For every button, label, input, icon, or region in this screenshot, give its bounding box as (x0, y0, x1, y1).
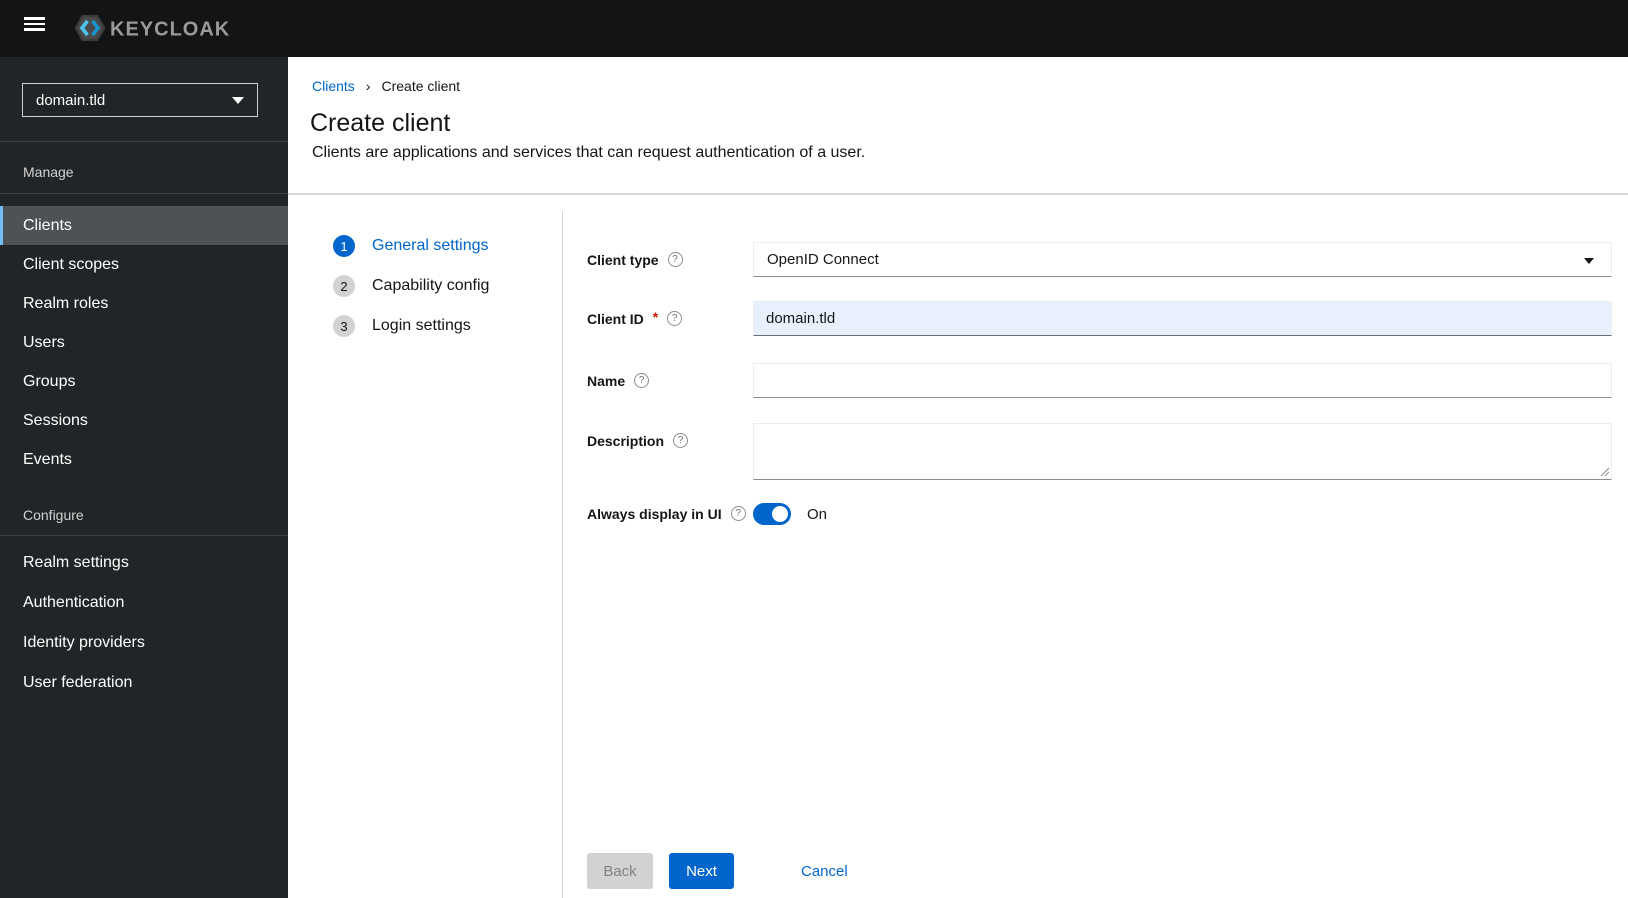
help-icon[interactable]: ? (667, 311, 683, 326)
page-subtitle: Clients are applications and services th… (312, 144, 866, 161)
step-number-badge: 1 (333, 235, 355, 257)
sidebar: domain.tld Manage Clients Client scopes … (0, 57, 288, 898)
sidebar-item-user-federation[interactable]: User federation (0, 663, 288, 703)
label-text: Name (587, 372, 626, 389)
wizard-step-login-settings[interactable]: 3 Login settings (333, 315, 471, 337)
hamburger-menu-icon[interactable] (24, 17, 46, 32)
toggle-state-label: On (807, 505, 828, 523)
step-number-badge: 3 (333, 315, 355, 337)
cancel-link[interactable]: Cancel (801, 853, 848, 889)
wizard-nav-divider (562, 211, 563, 898)
sidebar-item-label: Sessions (23, 411, 88, 429)
description-label: Description ? (587, 423, 689, 458)
keycloak-logo-icon: KEYCLOAK (74, 15, 230, 41)
step-label: Login settings (372, 317, 471, 334)
wizard-step-capability-config[interactable]: 2 Capability config (333, 275, 489, 297)
client-type-label: Client type ? (587, 242, 683, 277)
breadcrumb-current: Create client (381, 78, 461, 94)
hamburger-bar (24, 28, 45, 31)
help-icon[interactable]: ? (634, 373, 650, 388)
resize-handle-icon[interactable] (1600, 467, 1610, 477)
hamburger-bar (24, 22, 45, 26)
sidebar-item-label: Realm roles (23, 294, 109, 312)
sidebar-item-label: Client scopes (23, 255, 120, 273)
sidebar-item-label: Clients (23, 216, 72, 234)
description-field-wrap (753, 423, 1612, 480)
realm-selector[interactable]: domain.tld (22, 83, 258, 117)
sidebar-item-identity-providers[interactable]: Identity providers (0, 623, 288, 663)
sidebar-item-realm-settings[interactable]: Realm settings (0, 543, 288, 583)
caret-down-icon (1584, 258, 1594, 264)
nav-group-title-manage: Manage (23, 164, 74, 180)
page-title: Create client (310, 109, 451, 137)
sidebar-item-label: User federation (23, 674, 133, 691)
sidebar-item-label: Identity providers (23, 634, 145, 651)
description-textarea[interactable] (753, 423, 1612, 480)
back-button[interactable]: Back (587, 853, 653, 889)
sidebar-item-client-scopes[interactable]: Client scopes (0, 245, 288, 284)
client-id-label: Client ID * ? (587, 301, 683, 336)
sidebar-item-label: Users (23, 333, 65, 351)
realm-selector-value: domain.tld (36, 91, 106, 109)
help-icon[interactable]: ? (673, 433, 689, 448)
breadcrumb: Clients › Create client (312, 78, 460, 94)
step-label: General settings (372, 237, 489, 254)
header-divider (288, 193, 1628, 195)
sidebar-item-users[interactable]: Users (0, 323, 288, 362)
sidebar-item-label: Groups (23, 372, 76, 390)
step-number-badge: 2 (333, 275, 355, 297)
step-label: Capability config (372, 277, 490, 294)
caret-down-icon (232, 96, 244, 104)
sidebar-item-label: Realm settings (23, 554, 129, 571)
nav-group-title-configure: Configure (23, 507, 84, 523)
sidebar-item-sessions[interactable]: Sessions (0, 401, 288, 440)
sidebar-item-label: Authentication (23, 594, 125, 611)
client-type-value: OpenID Connect (767, 251, 879, 268)
client-type-select[interactable]: OpenID Connect (753, 242, 1612, 277)
label-text: Description (587, 432, 665, 449)
name-input[interactable] (753, 363, 1612, 398)
sidebar-item-authentication[interactable]: Authentication (0, 583, 288, 623)
always-display-toggle[interactable] (753, 503, 791, 525)
client-id-input[interactable] (753, 301, 1612, 336)
required-asterisk: * (652, 308, 659, 325)
sidebar-item-clients[interactable]: Clients (0, 206, 288, 245)
next-button[interactable]: Next (669, 853, 734, 889)
help-icon[interactable]: ? (730, 506, 746, 521)
sidebar-divider (0, 141, 288, 142)
sidebar-item-realm-roles[interactable]: Realm roles (0, 284, 288, 323)
label-text: Client ID (587, 310, 644, 327)
label-text: Client type (587, 251, 659, 268)
sidebar-item-groups[interactable]: Groups (0, 362, 288, 401)
sidebar-item-label: Events (23, 450, 72, 468)
keycloak-logo[interactable]: KEYCLOAK (74, 14, 230, 47)
name-label: Name ? (587, 363, 650, 398)
masthead: KEYCLOAK (0, 0, 1628, 57)
toggle-knob (772, 506, 788, 522)
sidebar-divider (0, 535, 288, 536)
brand-text: KEYCLOAK (110, 19, 230, 41)
sidebar-divider (0, 193, 288, 194)
hamburger-bar (24, 17, 45, 20)
breadcrumb-link-clients[interactable]: Clients (312, 78, 355, 94)
chevron-right-icon: › (365, 78, 371, 94)
wizard-step-general-settings[interactable]: 1 General settings (333, 235, 489, 257)
label-text: Always display in UI (587, 505, 722, 522)
always-display-label: Always display in UI ? (587, 496, 746, 531)
help-icon[interactable]: ? (667, 252, 683, 267)
sidebar-item-events[interactable]: Events (0, 440, 288, 479)
